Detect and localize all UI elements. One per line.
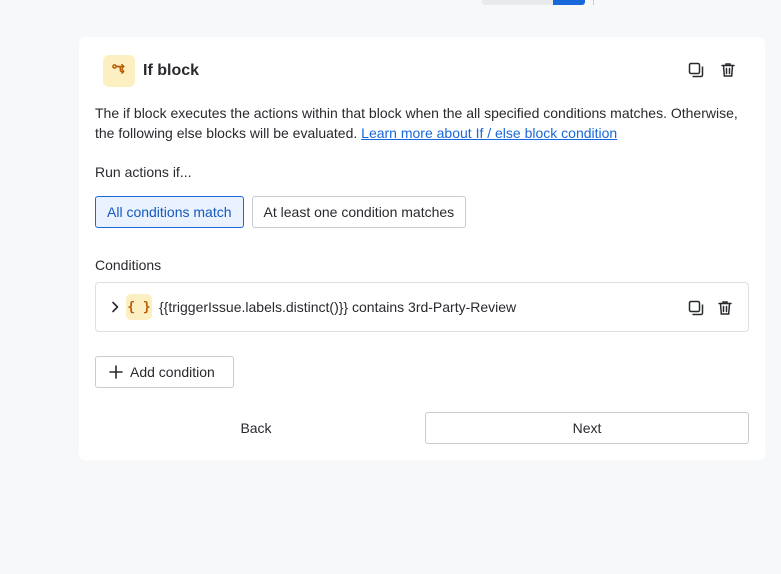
plus-icon [108, 364, 124, 380]
next-button[interactable]: Next [425, 412, 749, 444]
block-header: If block [103, 55, 199, 87]
block-title: If block [143, 62, 200, 79]
block-description: The if block executes the actions within… [95, 103, 755, 143]
match-mode-toggle: All conditions match At least one condit… [95, 196, 467, 228]
condition-row[interactable]: { } {{triggerIssue.labels.distinct()}} c… [95, 282, 749, 332]
top-separator [593, 0, 594, 5]
conditions-label: Conditions [95, 257, 162, 273]
branch-icon [103, 55, 135, 87]
wizard-footer: Back Next [95, 412, 749, 444]
duplicate-icon[interactable] [687, 61, 705, 79]
chevron-right-icon[interactable] [108, 300, 122, 314]
top-segment-active[interactable] [553, 0, 585, 5]
learn-more-link[interactable]: Learn more about If / else block conditi… [361, 125, 617, 141]
add-condition-button[interactable]: Add condition [95, 356, 234, 388]
block-header-actions [687, 61, 737, 79]
add-condition-label: Add condition [130, 364, 215, 380]
all-conditions-match-option[interactable]: All conditions match [95, 196, 244, 228]
top-segment-left[interactable] [482, 0, 553, 5]
curly-braces-icon: { } [126, 294, 152, 320]
if-block-card: If block The if block executes the actio… [79, 37, 765, 460]
condition-expression: {{triggerIssue.labels.distinct()}} conta… [159, 299, 517, 315]
trash-icon[interactable] [716, 299, 734, 317]
back-button[interactable]: Back [95, 412, 417, 444]
condition-actions [687, 299, 734, 317]
trash-icon[interactable] [719, 61, 737, 79]
at-least-one-condition-option[interactable]: At least one condition matches [251, 196, 467, 228]
duplicate-icon[interactable] [687, 299, 705, 317]
top-segment-stub [482, 0, 594, 5]
run-actions-label: Run actions if... [95, 164, 192, 180]
